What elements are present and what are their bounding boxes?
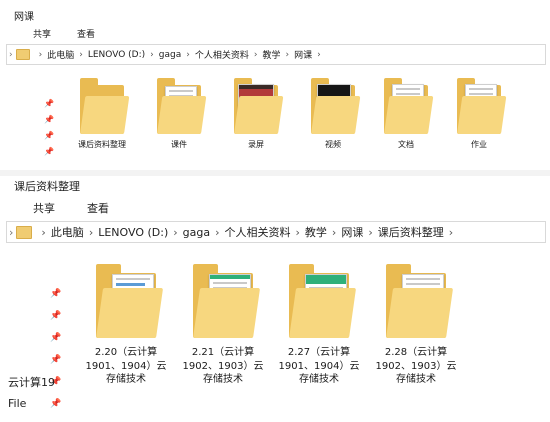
- folder-item-after-class[interactable]: 课后资料整理: [64, 78, 140, 151]
- pin-icon[interactable]: 📌: [44, 116, 54, 132]
- folder-item-0228[interactable]: 2.28（云计算 1902、1903）云 存储技术: [368, 264, 464, 387]
- nav-pane-item-cloud[interactable]: 云计算19: [8, 374, 55, 390]
- chevron-right-icon[interactable]: ›: [150, 50, 154, 60]
- chevron-right-icon[interactable]: ›: [449, 226, 453, 239]
- breadcrumb-personal[interactable]: 个人相关资料: [195, 48, 249, 61]
- folder-label: 课件: [171, 140, 187, 149]
- folder-label: 录屏: [248, 140, 264, 149]
- folder-item-0221[interactable]: 2.21（云计算 1902、1903）云 存储技术: [175, 264, 271, 387]
- folder-item-0220[interactable]: 2.20（云计算 1901、1904）云 存储技术: [78, 264, 174, 387]
- chevron-right-icon[interactable]: ›: [254, 50, 258, 60]
- folder-icon: [15, 49, 30, 60]
- breadcrumb-personal[interactable]: 个人相关资料: [225, 224, 291, 240]
- folder-icon: [96, 264, 164, 338]
- folder-icon: [193, 264, 261, 338]
- pin-icon[interactable]: 📌: [50, 312, 61, 334]
- window-title: 网课: [14, 12, 34, 23]
- address-bar[interactable]: › › 此电脑 › LENOVO (D:) › gaga › 个人相关资料 › …: [6, 44, 546, 65]
- breadcrumb-this-pc[interactable]: 此电脑: [47, 48, 74, 61]
- folder-icon: [289, 264, 357, 338]
- ribbon-tabs: 共享 查看: [33, 27, 121, 40]
- explorer-window-after-class: 课后资料整理 共享 查看 › › 此电脑 › LENOVO (D:) › gag…: [0, 176, 550, 422]
- folder-label: 文档: [398, 140, 414, 149]
- nav-pane-item-file[interactable]: File: [8, 397, 26, 410]
- ribbon-tab-share[interactable]: 共享: [33, 27, 51, 40]
- folder-label: 作业: [471, 140, 487, 149]
- folder-label: 视频: [325, 140, 341, 149]
- chevron-right-icon[interactable]: ›: [215, 226, 219, 239]
- pin-icon[interactable]: 📌: [50, 400, 61, 422]
- folder-item-documents[interactable]: 文档: [368, 78, 444, 151]
- pin-icon[interactable]: 📌: [50, 334, 61, 356]
- folder-icon: [386, 264, 454, 338]
- nav-arrow-icon[interactable]: ›: [9, 226, 13, 239]
- nav-arrow-icon[interactable]: ›: [9, 50, 13, 60]
- window-title: 课后资料整理: [14, 180, 80, 193]
- folder-icon: [157, 78, 207, 134]
- chevron-right-icon[interactable]: ›: [317, 50, 321, 60]
- folder-icon: [384, 78, 434, 134]
- breadcrumb-gaga[interactable]: gaga: [183, 226, 210, 239]
- pin-icon[interactable]: 📌: [44, 100, 54, 116]
- chevron-right-icon[interactable]: ›: [89, 226, 93, 239]
- chevron-right-icon[interactable]: ›: [368, 226, 372, 239]
- folder-label: 课后资料整理: [78, 140, 126, 149]
- breadcrumb-gaga[interactable]: gaga: [159, 50, 181, 60]
- chevron-right-icon[interactable]: ›: [39, 50, 43, 60]
- breadcrumb-drive[interactable]: LENOVO (D:): [88, 50, 145, 60]
- chevron-right-icon[interactable]: ›: [296, 226, 300, 239]
- ribbon-tab-view[interactable]: 查看: [77, 27, 95, 40]
- folder-icon: [234, 78, 284, 134]
- folder-label: 2.21（云计算 1902、1903）云 存储技术: [182, 347, 264, 385]
- chevron-right-icon[interactable]: ›: [79, 50, 83, 60]
- breadcrumb-after-class[interactable]: 课后资料整理: [378, 224, 444, 240]
- chevron-right-icon[interactable]: ›: [186, 50, 190, 60]
- folder-icon: [311, 78, 361, 134]
- breadcrumb-teaching[interactable]: 教学: [305, 224, 327, 240]
- breadcrumb-online-course[interactable]: 网课: [294, 48, 312, 61]
- breadcrumb-online-course[interactable]: 网课: [341, 224, 363, 240]
- folder-item-homework[interactable]: 作业: [441, 78, 517, 151]
- pin-icon[interactable]: 📌: [44, 148, 54, 164]
- address-bar[interactable]: › › 此电脑 › LENOVO (D:) › gaga › 个人相关资料 › …: [6, 221, 546, 243]
- quick-access-pins: 📌 📌 📌 📌 📌 📌: [50, 290, 61, 422]
- folder-label: 2.27（云计算 1901、1904）云 存储技术: [278, 347, 360, 385]
- ribbon-tabs: 共享 查看: [33, 200, 135, 216]
- folder-item-courseware[interactable]: 课件: [141, 78, 217, 151]
- breadcrumb-this-pc[interactable]: 此电脑: [51, 224, 84, 240]
- folder-label: 2.28（云计算 1902、1903）云 存储技术: [375, 347, 457, 385]
- pin-icon[interactable]: 📌: [50, 290, 61, 312]
- pin-icon[interactable]: 📌: [44, 132, 54, 148]
- explorer-window-online-course: 网课 共享 查看 › › 此电脑 › LENOVO (D:) › gaga › …: [0, 0, 550, 170]
- quick-access-pins: 📌 📌 📌 📌: [44, 100, 54, 164]
- folder-icon: [16, 225, 33, 239]
- folder-label: 2.20（云计算 1901、1904）云 存储技术: [85, 347, 167, 385]
- folder-item-0227[interactable]: 2.27（云计算 1901、1904）云 存储技术: [271, 264, 367, 387]
- chevron-right-icon[interactable]: ›: [332, 226, 336, 239]
- ribbon-tab-view[interactable]: 查看: [87, 200, 109, 216]
- ribbon-tab-share[interactable]: 共享: [33, 200, 55, 216]
- folder-item-recordings[interactable]: 录屏: [218, 78, 294, 151]
- folder-icon: [457, 78, 507, 134]
- folder-item-video[interactable]: 视频: [295, 78, 371, 151]
- chevron-right-icon[interactable]: ›: [41, 226, 45, 239]
- chevron-right-icon[interactable]: ›: [173, 226, 177, 239]
- breadcrumb-teaching[interactable]: 教学: [262, 48, 280, 61]
- breadcrumb-drive[interactable]: LENOVO (D:): [98, 226, 168, 239]
- chevron-right-icon[interactable]: ›: [285, 50, 289, 60]
- folder-icon: [80, 78, 130, 134]
